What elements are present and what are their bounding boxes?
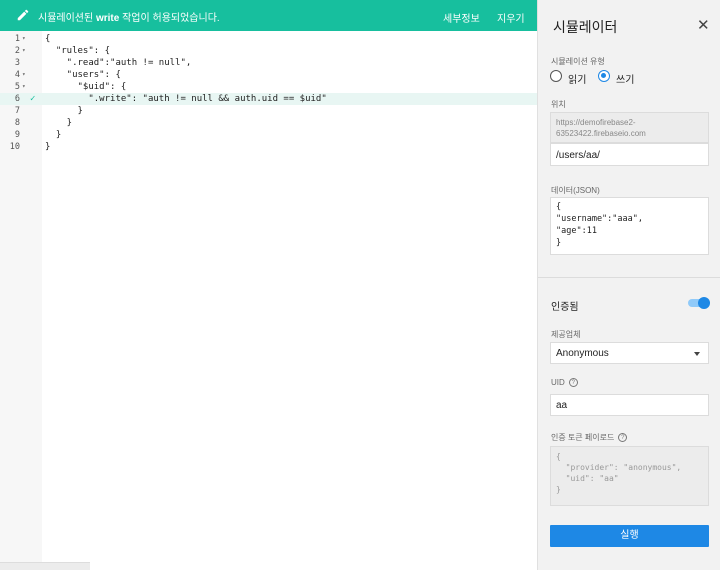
read-radio-label: 읽기 [568, 75, 587, 86]
simulation-result-banner: 시뮬레이션된 write 작업이 허용되었습니다. 세부정보 지우기 [0, 0, 537, 31]
code-line-text: } [45, 142, 51, 152]
chevron-down-icon [694, 352, 700, 356]
location-label: 위치 [551, 100, 566, 109]
code-line[interactable]: 1 ▾ { [0, 33, 537, 45]
code-line[interactable]: 5 ▾ "$uid": { [0, 81, 537, 93]
banner-message: 시뮬레이션된 write 작업이 허용되었습니다. [38, 9, 220, 24]
toggle-knob [698, 297, 710, 309]
simulator-title: 시뮬레이터 [553, 19, 618, 35]
uid-label-text: UID [551, 378, 565, 387]
authenticated-toggle[interactable] [688, 297, 710, 309]
code-line-text: } [45, 106, 83, 116]
read-radio[interactable] [550, 70, 562, 82]
code-line[interactable]: 2 ▾ "rules": { [0, 45, 537, 57]
line-number: 1 [14, 34, 20, 44]
help-icon[interactable]: ? [568, 378, 578, 388]
path-input[interactable]: /users/aa/ [550, 143, 709, 166]
line-number: 7 [14, 106, 20, 116]
write-radio-label: 쓰기 [616, 75, 635, 86]
horizontal-scrollbar[interactable] [0, 562, 90, 570]
code-line[interactable]: 4 ▾ "users": { [0, 69, 537, 81]
line-number: 9 [14, 130, 20, 140]
run-button[interactable]: 실행 [550, 525, 709, 547]
check-icon: ✓ [30, 94, 36, 104]
banner-message-prefix: 시뮬레이션된 [38, 13, 94, 24]
line-number: 3 [14, 58, 20, 68]
provider-select-value: Anonymous [556, 348, 609, 359]
pencil-icon [17, 9, 29, 21]
data-json-editor[interactable]: { "username":"aaa", "age":11 } [550, 197, 709, 255]
simulation-type-label: 시뮬레이션 유형 [551, 57, 605, 66]
banner-message-operation: write [95, 13, 120, 24]
rules-editor: 시뮬레이션된 write 작업이 허용되었습니다. 세부정보 지우기 1 ▾{2 ▾… [0, 0, 537, 570]
code-line[interactable]: 6 ✓ ".write": "auth != null && auth.uid =… [0, 93, 537, 105]
code-line-text: } [45, 130, 62, 140]
line-number: 8 [14, 118, 20, 128]
details-button[interactable]: 세부정보 [443, 10, 480, 25]
code-line[interactable]: 7 } [0, 105, 537, 117]
line-number: 5 [14, 82, 20, 92]
fold-arrow-icon[interactable]: ▾ [22, 33, 26, 45]
code-line-text: } [45, 118, 73, 128]
close-icon[interactable]: ✕ [697, 16, 710, 34]
token-payload-editor: { "provider": "anonymous", "uid": "aa" } [550, 446, 709, 506]
banner-message-suffix: 작업이 허용되었습니다. [122, 13, 220, 24]
section-divider [538, 277, 720, 278]
help-icon[interactable]: ? [618, 433, 628, 443]
token-payload-label: 인증 토큰 페이로드? [551, 432, 628, 443]
line-number: 2 [14, 46, 20, 56]
code-line-text: ".write": "auth != null && auth.uid == $… [45, 94, 327, 104]
provider-select[interactable]: Anonymous [550, 342, 709, 364]
code-line-text: ".read":"auth != null", [45, 58, 192, 68]
code-line-text: "$uid": { [45, 82, 127, 92]
data-json-label: 데이터(JSON) [551, 186, 600, 195]
code-line[interactable]: 3 ".read":"auth != null", [0, 57, 537, 69]
code-line-text: "users": { [45, 70, 121, 80]
base-url-field: https://demofirebase2-63523422.firebasei… [550, 112, 709, 143]
code-line[interactable]: 9 } [0, 129, 537, 141]
code-line-text: "rules": { [45, 46, 111, 56]
rules-simulator-screen: 시뮬레이션된 write 작업이 허용되었습니다. 세부정보 지우기 1 ▾{2 ▾… [0, 0, 720, 570]
line-number: 6 [14, 94, 20, 104]
write-radio[interactable] [598, 70, 610, 82]
uid-label: UID? [551, 378, 578, 388]
code-line-text: { [45, 34, 51, 44]
fold-arrow-icon[interactable]: ▾ [22, 69, 26, 81]
clear-button[interactable]: 지우기 [497, 10, 525, 25]
code-line[interactable]: 10} [0, 141, 537, 153]
line-number: 4 [14, 70, 20, 80]
code-line[interactable]: 8 } [0, 117, 537, 129]
token-payload-label-text: 인증 토큰 페이로드 [551, 433, 615, 442]
fold-arrow-icon[interactable]: ▾ [22, 81, 26, 93]
authenticated-label: 인증됨 [551, 302, 579, 313]
uid-input[interactable]: aa [550, 394, 709, 416]
line-number: 10 [9, 142, 20, 152]
provider-label: 제공업체 [551, 330, 581, 339]
simulator-panel: 시뮬레이터 ✕ 시뮬레이션 유형 읽기 쓰기 위치 https://demofi… [537, 0, 720, 570]
fold-arrow-icon[interactable]: ▾ [22, 45, 26, 57]
